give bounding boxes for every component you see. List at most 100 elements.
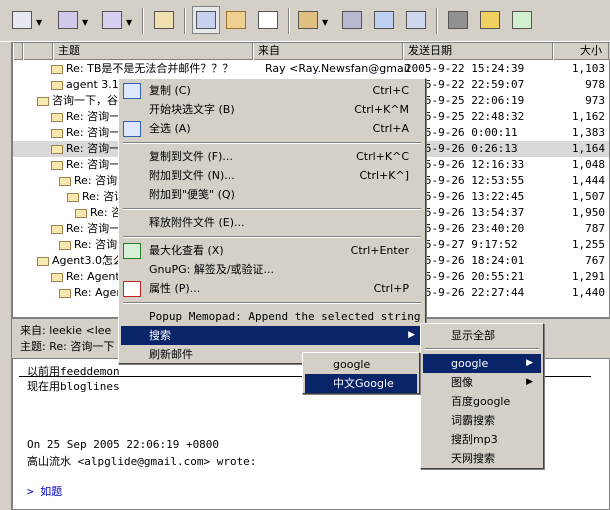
folder-open-icon[interactable] (476, 6, 504, 34)
preview-from: 来自: leekie <lee (20, 324, 112, 337)
menu-gnupg[interactable]: GnuPG: 解签及/或验证... (121, 260, 423, 279)
row-size: 1,507 (571, 190, 605, 203)
contacts-icon[interactable] (402, 6, 430, 34)
row-date: 2005-9-26 20:55:21 (405, 270, 525, 283)
envelope-icon (51, 272, 63, 282)
row-size: 1,103 (571, 62, 605, 75)
folder-gray-icon[interactable] (444, 6, 472, 34)
address-book-icon[interactable] (370, 6, 398, 34)
pen-icon[interactable] (222, 6, 250, 34)
row-size: 1,950 (571, 206, 605, 219)
column-from[interactable]: 来自 (253, 43, 403, 60)
google-chinese[interactable]: 中文Google (305, 374, 417, 393)
submenu-arrow-icon: ▶ (408, 330, 415, 340)
envelope-icon (67, 192, 79, 202)
view-button[interactable] (192, 6, 220, 34)
menu-append-to-memo[interactable]: 附加到"便笺" (Q) (121, 185, 423, 204)
row-date: 2005-9-22 15:24:39 (405, 62, 525, 75)
menu-copy-to-file[interactable]: 复制到文件 (F)... Ctrl+K^C (121, 147, 423, 166)
tools-dropdown-arrow[interactable]: ▼ (322, 18, 328, 27)
row-date: 2005-9-26 13:22:45 (405, 190, 525, 203)
new-message-button[interactable] (8, 6, 36, 34)
envelope-icon (51, 128, 63, 138)
row-date: 2005-9-26 12:53:55 (405, 174, 525, 187)
menu-maximize-view[interactable]: 最大化查看 (X) Ctrl+Enter (121, 241, 423, 260)
submenu-arrow-icon: ▶ (526, 377, 533, 387)
home-icon[interactable] (150, 6, 178, 34)
envelope-icon (51, 144, 63, 154)
menu-copy[interactable]: 复制 (C) Ctrl+C (121, 81, 423, 100)
body-line: > 如题 (27, 485, 63, 498)
reply-dropdown-arrow[interactable]: ▼ (82, 18, 88, 27)
search-images[interactable]: 图像 ▶ (423, 373, 541, 392)
search-show-all[interactable]: 显示全部 (423, 326, 541, 345)
window-icon[interactable] (508, 6, 536, 34)
google-submenu: google 中文Google (302, 352, 420, 394)
search-iciba[interactable]: 词霸搜索 (423, 411, 541, 430)
row-size: 978 (585, 78, 605, 91)
envelope-icon (37, 96, 49, 106)
envelope-icon (75, 208, 87, 218)
body-line: 现在用bloglines (27, 380, 120, 393)
row-date: 2005-9-26 12:16:33 (405, 158, 525, 171)
row-date: 2005-9-26 0:26:13 (405, 142, 518, 155)
row-date: 2005-9-26 18:24:01 (405, 254, 525, 267)
column-date[interactable]: 发送日期 (403, 43, 553, 60)
context-menu: 复制 (C) Ctrl+C 开始块选文字 (B) Ctrl+K^M 全选 (A) Ct… (118, 78, 426, 364)
envelope-icon (59, 288, 71, 298)
folder-tree-pane[interactable] (0, 42, 12, 510)
envelope-icon (51, 112, 63, 122)
body-line: On 25 Sep 2005 22:06:19 +0800 (27, 438, 220, 451)
search-submenu: 显示全部 google ▶ 图像 ▶ 百度google 词霸搜索 搜刮mp3 天网搜… (420, 323, 544, 469)
reply-button[interactable] (54, 6, 82, 34)
envelope-icon (51, 224, 63, 234)
check-icon[interactable] (254, 6, 282, 34)
row-size: 1,162 (571, 110, 605, 123)
preview-subject: 主题: Re: 咨询一下 (20, 340, 115, 353)
search-google[interactable]: google ▶ (423, 354, 541, 373)
row-size: 1,164 (571, 142, 605, 155)
toolbar: ▼ ▼ ▼ ▼ (0, 0, 610, 42)
submenu-arrow-icon: ▶ (526, 358, 533, 368)
search-tianwang[interactable]: 天网搜索 (423, 449, 541, 468)
row-size: 1,440 (571, 286, 605, 299)
column-size[interactable]: 大小 (553, 43, 609, 60)
menu-properties[interactable]: 属性 (P)... Ctrl+P (121, 279, 423, 298)
row-size: 1,255 (571, 238, 605, 251)
list-header: 主题 来自 发送日期 大小 (13, 43, 610, 60)
envelope-icon (51, 80, 63, 90)
column-subject[interactable]: 主题 (53, 43, 253, 60)
search-mp3[interactable]: 搜刮mp3 (423, 430, 541, 449)
envelope-icon (51, 160, 63, 170)
table-row[interactable]: Re: TB是不是无法合并邮件？？？ Ray <Ray.Newsfan@gmail… (13, 61, 609, 77)
row-size: 1,444 (571, 174, 605, 187)
row-date: 2005-9-26 13:54:37 (405, 206, 525, 219)
menu-select-all[interactable]: 全选 (A) Ctrl+A (121, 119, 423, 138)
row-date: 2005-9-26 0:00:11 (405, 126, 518, 139)
menu-release-attachment[interactable]: 释放附件文件 (E)... (121, 213, 423, 232)
menu-block-select[interactable]: 开始块选文字 (B) Ctrl+K^M (121, 100, 423, 119)
row-date: 2005-9-22 22:59:07 (405, 78, 525, 91)
row-date: 2005-9-27 9:17:52 (405, 238, 518, 251)
row-size: 767 (585, 254, 605, 267)
envelope-icon (37, 256, 49, 266)
row-size: 973 (585, 94, 605, 107)
search-baidu-google[interactable]: 百度google (423, 392, 541, 411)
envelope-icon (59, 176, 71, 186)
menu-append-to-file[interactable]: 附加到文件 (N)... Ctrl+K^] (121, 166, 423, 185)
row-size: 1,383 (571, 126, 605, 139)
row-subject: Re: TB是不是无法合并邮件？？？ (51, 61, 251, 77)
row-size: 1,291 (571, 270, 605, 283)
new-dropdown-arrow[interactable]: ▼ (36, 18, 42, 27)
row-size: 1,048 (571, 158, 605, 171)
row-date: 2005-9-26 23:40:20 (405, 222, 525, 235)
tools-icon[interactable] (294, 6, 322, 34)
google-default[interactable]: google (305, 355, 417, 374)
forward-button[interactable] (98, 6, 126, 34)
menu-popup-memopad[interactable]: Popup Memopad: Append the selected strin… (121, 307, 423, 326)
menu-search[interactable]: 搜索 ▶ (121, 326, 423, 345)
filter-icon[interactable] (338, 6, 366, 34)
body-line: 以前用feeddemon (27, 365, 120, 378)
row-date: 2005-9-26 22:27:44 (405, 286, 525, 299)
forward-dropdown-arrow[interactable]: ▼ (126, 18, 132, 27)
